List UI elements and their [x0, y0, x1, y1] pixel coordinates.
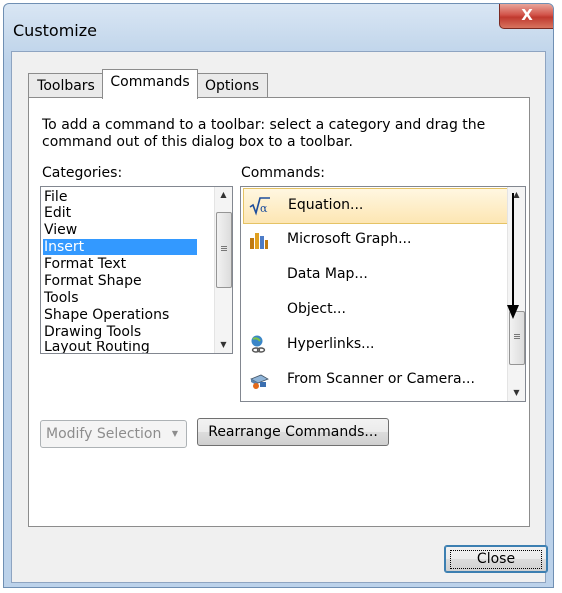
command-label: Hyperlinks... [287, 336, 375, 352]
grip-line [514, 338, 520, 339]
list-item[interactable]: Format Shape [43, 273, 142, 289]
commands-label: Commands: [241, 165, 325, 181]
scanner-camera-icon [250, 374, 269, 389]
dialog-title: Customize [13, 21, 97, 40]
list-item[interactable]: Edit [43, 205, 71, 221]
chevron-down-icon: ▼ [171, 429, 178, 438]
command-item-equation[interactable]: α Equation... [243, 188, 520, 224]
grip-line [221, 248, 227, 249]
close-button[interactable]: Close [444, 545, 548, 573]
command-label: From Scanner or Camera... [287, 371, 475, 387]
command-label: Equation... [288, 197, 364, 213]
scroll-up-arrow-icon[interactable]: ▲ [215, 187, 232, 203]
list-item[interactable]: Tools [43, 290, 79, 306]
close-button-label: Close [476, 551, 516, 567]
commands-listbox[interactable]: α Equation... Microsoft Graph... Data Ma… [240, 186, 526, 402]
svg-text:α: α [260, 202, 268, 215]
categories-label: Categories: [42, 165, 123, 181]
tab-options[interactable]: Options [196, 73, 268, 98]
rearrange-commands-label: Rearrange Commands... [208, 424, 378, 440]
command-item-hyperlinks[interactable]: Hyperlinks... [243, 328, 518, 362]
tab-commands-label: Commands [110, 74, 190, 90]
grip-line [514, 334, 520, 335]
modify-selection-label: Modify Selection [46, 426, 162, 442]
categories-listbox[interactable]: File Edit View Insert Format Text Format… [40, 186, 233, 354]
list-item-selected[interactable]: Insert [43, 239, 197, 255]
command-item-data-map[interactable]: Data Map... [243, 258, 518, 292]
command-item-microsoft-graph[interactable]: Microsoft Graph... [243, 223, 518, 257]
scroll-down-arrow-icon[interactable]: ▼ [215, 337, 232, 353]
instructions-text: To add a command to a toolbar: select a … [42, 117, 486, 150]
grip-line [514, 336, 520, 337]
list-item[interactable]: Drawing Tools [43, 324, 141, 340]
commands-tab-panel: To add a command to a toolbar: select a … [28, 97, 530, 527]
list-item[interactable]: Format Text [43, 256, 126, 272]
list-item[interactable]: Shape Operations [43, 307, 169, 323]
hyperlink-icon [251, 335, 266, 353]
command-item-from-scanner-or-camera[interactable]: From Scanner or Camera... [243, 363, 518, 397]
tab-toolbars[interactable]: Toolbars [28, 73, 104, 98]
tab-options-label: Options [204, 78, 260, 94]
tab-commands[interactable]: Commands [102, 69, 198, 99]
list-item[interactable]: View [43, 222, 77, 238]
rearrange-commands-button[interactable]: Rearrange Commands... [197, 418, 389, 446]
command-label: Data Map... [287, 266, 368, 282]
annotation-arrow-down-icon [507, 193, 519, 319]
command-label: Object... [287, 301, 346, 317]
categories-scrollbar[interactable]: ▲ ▼ [214, 187, 232, 353]
scrollbar-thumb[interactable] [216, 212, 232, 288]
command-label: Microsoft Graph... [287, 231, 412, 247]
customize-dialog: Customize X Toolbars Commands Options To… [3, 3, 554, 588]
list-item[interactable]: Layout Routing [43, 341, 150, 353]
tab-toolbars-label: Toolbars [37, 78, 95, 94]
command-item-object[interactable]: Object... [243, 293, 518, 327]
scroll-down-arrow-icon[interactable]: ▼ [508, 385, 525, 401]
dialog-client-area: Toolbars Commands Options To add a comma… [11, 51, 548, 583]
grip-line [221, 246, 227, 247]
equation-icon: α [249, 197, 270, 216]
close-window-button[interactable]: X [499, 4, 553, 29]
list-item[interactable]: File [43, 189, 67, 205]
graph-icon [250, 233, 268, 249]
grip-line [221, 250, 227, 251]
modify-selection-dropdown[interactable]: Modify Selection ▼ [40, 420, 187, 448]
